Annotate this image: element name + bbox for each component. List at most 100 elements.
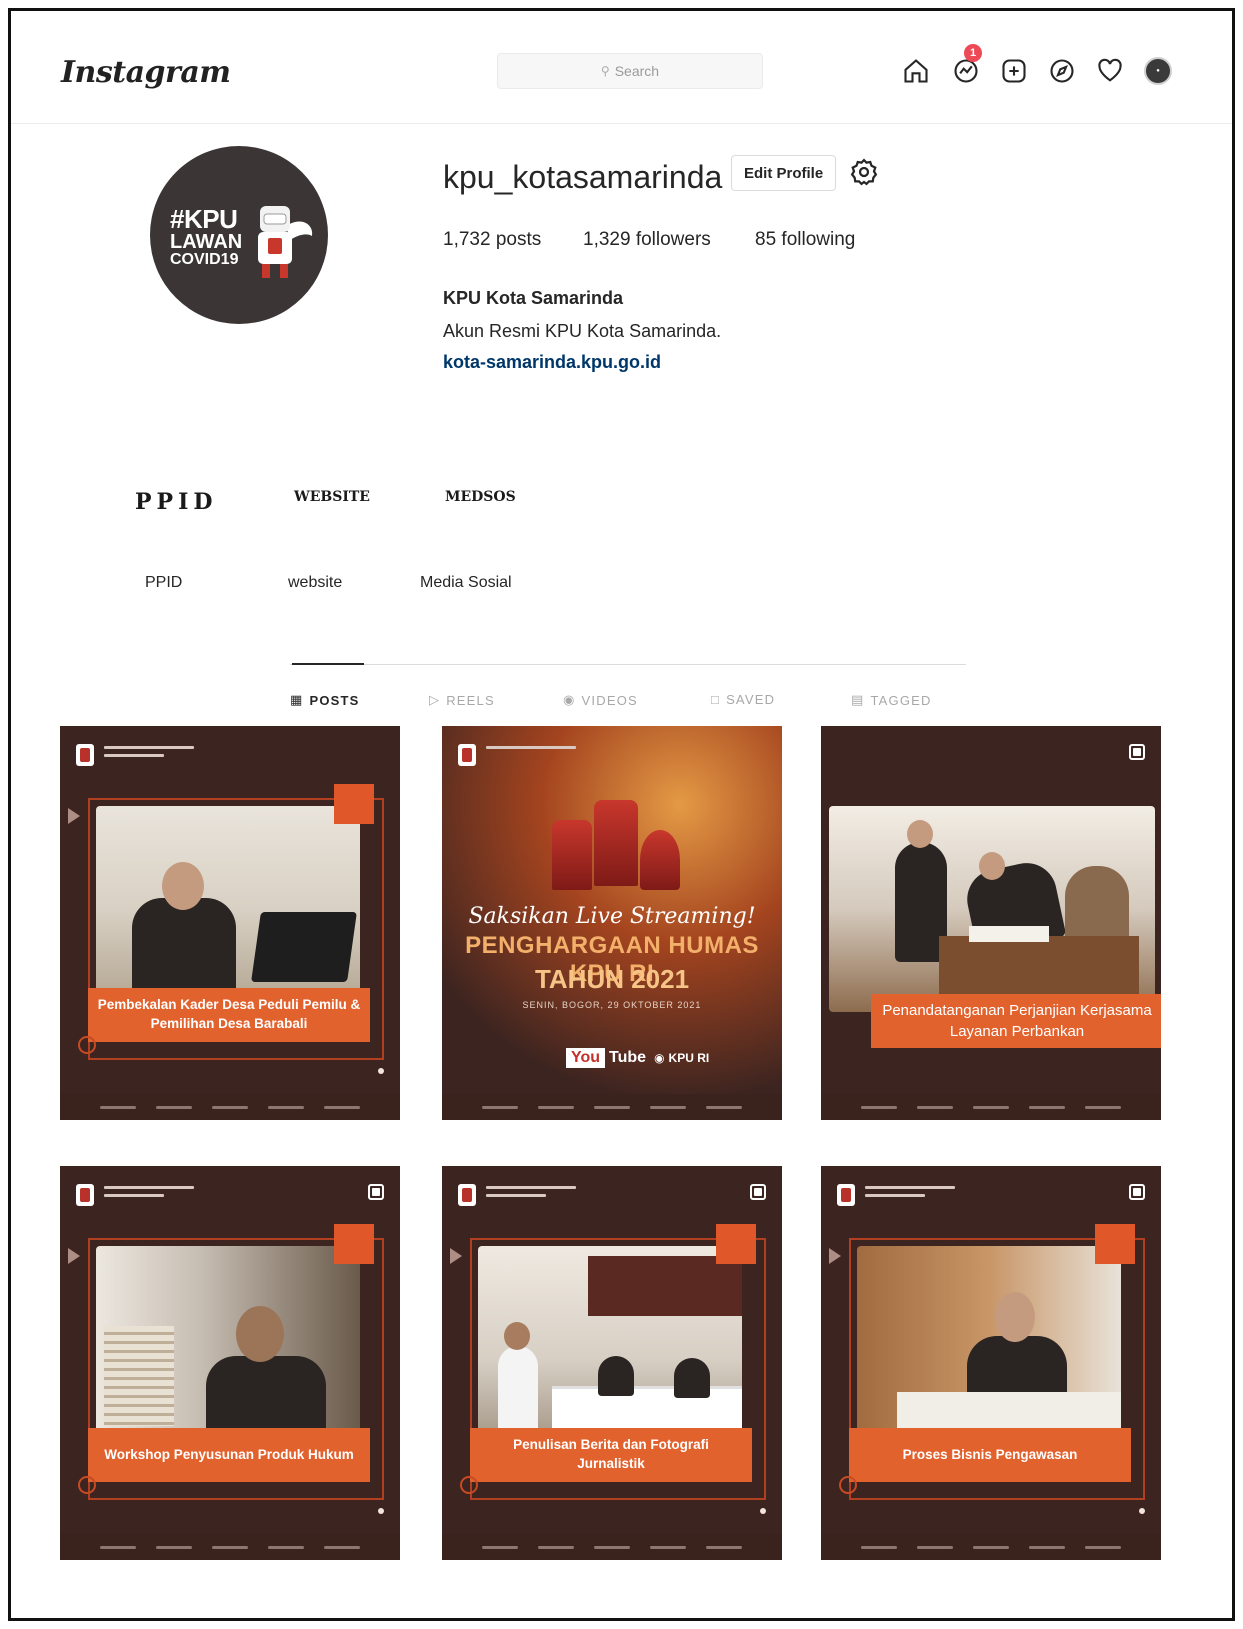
post-photo <box>829 806 1155 1012</box>
tab-videos[interactable]: ◉ VIDEOS <box>563 692 638 708</box>
post-caption: Penulisan Berita dan Fotografi Jurnalist… <box>470 1428 752 1482</box>
avatar: ● <box>1144 57 1172 85</box>
post-thumbnail[interactable]: Proses Bisnis Pengawasan <box>821 1166 1161 1560</box>
post-footer <box>60 1094 400 1120</box>
post-footer <box>821 1094 1161 1120</box>
post-caption: Proses Bisnis Pengawasan <box>849 1428 1131 1482</box>
trophy-graphic <box>594 800 638 886</box>
post-thumbnail[interactable]: Penulisan Berita dan Fotografi Jurnalist… <box>442 1166 782 1560</box>
decorative-accent <box>334 1224 374 1264</box>
tag-icon: ▤ <box>851 692 865 707</box>
play-triangle-icon <box>829 1248 841 1264</box>
profile-username: kpu_kotasamarinda <box>443 159 723 195</box>
profile-bio: Akun Resmi KPU Kota Samarinda. <box>443 321 722 341</box>
followers-count[interactable]: 1,329 followers <box>583 229 711 251</box>
post-footer <box>442 1094 782 1120</box>
profile-avatar[interactable]: ● <box>1142 55 1174 87</box>
tabs-divider <box>290 664 966 665</box>
new-post-icon[interactable] <box>998 55 1030 87</box>
highlight-label-ppid[interactable]: PPID <box>145 574 182 592</box>
heart-icon[interactable] <box>1094 55 1126 87</box>
youtube-logo: You Tube ◉ KPU RI <box>566 1048 709 1068</box>
highlight-cover-ppid[interactable]: PPID <box>135 489 217 515</box>
post-thumbnail[interactable]: Saksikan Live Streaming! PENGHARGAAN HUM… <box>442 726 782 1120</box>
kpu-logo-icon <box>76 744 94 766</box>
home-icon[interactable] <box>900 55 932 87</box>
post-footer <box>821 1534 1161 1560</box>
post-photo <box>857 1246 1121 1436</box>
post-footer <box>442 1534 782 1560</box>
decorative-ring <box>839 1476 857 1494</box>
highlight-label-media-sosial[interactable]: Media Sosial <box>420 574 512 592</box>
decorative-ring <box>78 1036 96 1054</box>
posts-count: 1,732 posts <box>443 229 542 250</box>
post-thumbnail[interactable]: Workshop Penyusunan Produk Hukum <box>60 1166 400 1560</box>
notification-badge: 1 <box>964 44 982 62</box>
play-triangle-icon <box>68 808 80 824</box>
active-tab-indicator <box>292 663 364 665</box>
profile-full-name: KPU Kota Samarinda <box>443 288 624 308</box>
tab-label: SAVED <box>726 692 776 707</box>
tab-posts[interactable]: ▦ POSTS <box>290 692 360 708</box>
poster-year: TAHUN 2021 <box>534 964 690 994</box>
tab-label: REELS <box>446 692 495 708</box>
search-placeholder: Search <box>614 63 660 79</box>
post-header-text <box>104 1186 194 1202</box>
highlight-cover-medsos[interactable]: MEDSOS <box>445 489 516 505</box>
kpu-logo-icon <box>458 1184 476 1206</box>
video-icon: ◉ <box>563 692 576 707</box>
youtube-channel-icon: ◉ <box>654 1051 665 1065</box>
highlight-cover-website[interactable]: WEBSITE <box>294 489 370 505</box>
trophy-graphic <box>640 830 680 890</box>
post-caption: Penandatanganan Perjanjian Kerjasama Lay… <box>871 994 1161 1048</box>
avatar-text-line: COVID19 <box>170 251 239 268</box>
mascot-illustration <box>258 206 313 278</box>
decorative-dot <box>760 1508 766 1514</box>
search-input[interactable]: ⚲ Search <box>497 53 763 89</box>
highlight-label-website[interactable]: website <box>288 574 342 592</box>
decorative-dot <box>1139 1508 1145 1514</box>
tab-saved[interactable]: □ SAVED <box>711 692 775 707</box>
explore-icon[interactable] <box>1046 55 1078 87</box>
instagram-profile-page: Instagram ⚲ Search 1 ● #KPU LAWAN COVID1… <box>8 8 1235 1621</box>
avatar-text-line: #KPU <box>170 204 238 234</box>
multiple-images-icon <box>368 1184 384 1200</box>
grid-icon: ▦ <box>290 692 304 707</box>
kpu-logo-icon <box>458 744 476 766</box>
multiple-images-icon <box>1129 1184 1145 1200</box>
bookmark-icon: □ <box>711 692 721 707</box>
post-photo <box>478 1246 742 1436</box>
decorative-accent <box>1095 1224 1135 1264</box>
decorative-dot <box>378 1068 384 1074</box>
decorative-accent <box>716 1224 756 1264</box>
decorative-ring <box>460 1476 478 1494</box>
youtube-channel-name: KPU RI <box>668 1051 710 1065</box>
following-count[interactable]: 85 following <box>755 229 855 251</box>
tab-label: POSTS <box>309 692 360 708</box>
youtube-logo-word: Tube <box>609 1049 647 1066</box>
decorative-ring <box>78 1476 96 1494</box>
top-navigation-bar: Instagram ⚲ Search 1 ● <box>11 11 1232 124</box>
profile-website-link[interactable]: kota-samarinda.kpu.go.id <box>443 352 661 373</box>
tab-label: VIDEOS <box>581 692 638 708</box>
post-caption: Workshop Penyusunan Produk Hukum <box>88 1428 370 1482</box>
decorative-accent <box>334 784 374 824</box>
post-photo <box>96 806 360 996</box>
poster-script-text: Saksikan Live Streaming! <box>468 904 756 929</box>
edit-profile-button[interactable]: Edit Profile <box>731 155 837 191</box>
instagram-logo[interactable]: Instagram <box>61 55 231 90</box>
post-thumbnail[interactable]: Pembekalan Kader Desa Peduli Pemilu & Pe… <box>60 726 400 1120</box>
settings-gear-icon[interactable] <box>849 157 879 187</box>
post-thumbnail[interactable]: Penandatanganan Perjanjian Kerjasama Lay… <box>821 726 1161 1120</box>
post-photo <box>96 1246 360 1436</box>
profile-picture[interactable]: #KPU LAWAN COVID19 <box>150 146 328 324</box>
multiple-images-icon <box>1129 744 1145 760</box>
post-header-text <box>104 746 194 762</box>
tab-tagged[interactable]: ▤ TAGGED <box>851 692 932 708</box>
avatar-text-line: LAWAN <box>170 231 243 253</box>
tab-reels[interactable]: ▷ REELS <box>429 692 495 708</box>
search-icon: ⚲ <box>600 64 610 78</box>
post-header-text <box>486 746 576 754</box>
post-footer <box>60 1534 400 1560</box>
activity-icon[interactable]: 1 <box>950 44 982 87</box>
